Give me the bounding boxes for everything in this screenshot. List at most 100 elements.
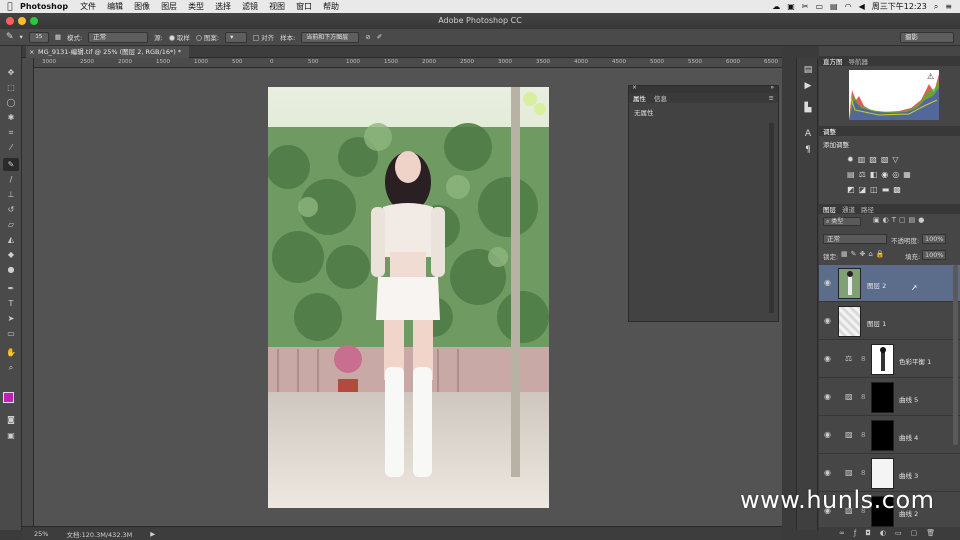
clone-stamp-tool-icon[interactable]: ⊥ <box>3 188 19 201</box>
volume-icon[interactable]: ◀ <box>859 2 865 11</box>
paragraph-icon[interactable]: ¶ <box>802 144 814 156</box>
zoom-tool-icon[interactable]: ⌕ <box>3 361 19 374</box>
eye-icon[interactable]: ◉ <box>824 430 833 439</box>
brush-panel-icon[interactable]: ▦ <box>55 33 61 41</box>
menu-image[interactable]: 图像 <box>134 1 150 12</box>
layer-name[interactable]: 色彩平衡 1 <box>899 356 931 366</box>
tab-layers[interactable]: 图层 <box>823 204 836 214</box>
photo-filter-icon[interactable]: ◉ <box>881 170 892 179</box>
tab-paths[interactable]: 路径 <box>861 204 874 214</box>
hue-sat-icon[interactable]: ▤ <box>847 170 859 179</box>
pen-tool-icon[interactable]: ✒ <box>3 282 19 295</box>
document-tab[interactable]: × MG_9131-编辑.tif @ 25% (图层 2, RGB/16*) * <box>26 46 190 58</box>
flag-icon[interactable]: ▤ <box>830 2 838 11</box>
curves-adj-icon[interactable]: ▨ <box>869 155 881 164</box>
eraser-tool-icon[interactable]: ▱ <box>3 218 19 231</box>
layer-name[interactable]: 曲线 4 <box>899 432 918 442</box>
layer-row[interactable]: ◉ ▨ 8 曲线 5 <box>819 379 960 416</box>
invert-icon[interactable]: ◩ <box>847 185 859 194</box>
tab-navigator[interactable]: 导航器 <box>849 56 869 66</box>
tab-properties[interactable]: 属性 <box>633 93 646 103</box>
layer-row[interactable]: ◉ 图层 2 ➚ <box>819 265 960 302</box>
zoom-level[interactable]: 25% <box>34 530 48 538</box>
close-panel-icon[interactable]: × <box>632 84 637 91</box>
close-tab-icon[interactable]: × <box>29 46 34 58</box>
new-layer-icon[interactable]: ▢ <box>911 529 927 537</box>
layers-scrollbar[interactable] <box>953 265 958 445</box>
crop-tool-icon[interactable]: ⌗ <box>3 126 19 139</box>
layer-row[interactable]: ◉ ⚖ 8 色彩平衡 1 <box>819 341 960 378</box>
cloud-icon[interactable]: ☁ <box>772 2 780 11</box>
quick-mask-icon[interactable]: ◙ <box>3 413 19 426</box>
link-layers-icon[interactable]: ∞ <box>839 529 854 537</box>
properties-scrollbar[interactable] <box>769 123 774 313</box>
layer-name[interactable]: 曲线 3 <box>899 470 918 480</box>
menu-window[interactable]: 窗口 <box>296 1 312 12</box>
new-adjustment-icon[interactable]: ◐ <box>880 529 895 537</box>
move-tool-icon[interactable]: ✥ <box>3 66 19 79</box>
source-pattern-radio[interactable]: 图案: <box>195 32 219 42</box>
pressure-icon[interactable]: ✐ <box>377 33 382 41</box>
foreground-color-swatch[interactable] <box>3 392 14 403</box>
minimize-window-button[interactable] <box>18 17 26 25</box>
ignore-adjustment-icon[interactable]: ⊘ <box>365 33 370 41</box>
marquee-tool-icon[interactable]: ⬚ <box>3 81 19 94</box>
menu-view[interactable]: 视图 <box>269 1 285 12</box>
document-image[interactable] <box>268 87 549 508</box>
layer-name[interactable]: 图层 1 <box>867 318 886 328</box>
menu-file[interactable]: 文件 <box>80 1 96 12</box>
type-tool-icon[interactable]: T <box>3 297 19 310</box>
properties-panel-header[interactable]: » × <box>629 84 778 93</box>
blend-mode-select[interactable]: 正常 <box>823 234 887 244</box>
battery-icon[interactable]: ▭ <box>815 2 823 11</box>
menubar-clock[interactable]: 周三下午12:23 <box>872 1 927 12</box>
close-window-button[interactable] <box>6 17 14 25</box>
tab-info[interactable]: 信息 <box>654 93 667 103</box>
fx-icon[interactable]: ƒ <box>854 529 865 537</box>
vibrance-icon[interactable]: ▽ <box>892 155 902 164</box>
menu-layer[interactable]: 图层 <box>161 1 177 12</box>
status-menu-arrow-icon[interactable]: ▶ <box>150 530 155 538</box>
lock-icons[interactable]: ▦✎✥⌂🔒 <box>841 250 888 258</box>
layer-row[interactable]: ◉ 图层 1 <box>819 303 960 340</box>
add-mask-icon[interactable]: ◘ <box>865 529 880 537</box>
shape-tool-icon[interactable]: ▭ <box>3 327 19 340</box>
history-icon[interactable]: ▤ <box>802 64 814 76</box>
quick-select-tool-icon[interactable]: ✱ <box>3 111 19 124</box>
eye-icon[interactable]: ◉ <box>824 468 833 477</box>
brush-tool-icon[interactable]: / <box>3 173 19 186</box>
collapse-icon[interactable]: » <box>770 84 774 91</box>
mode-select[interactable]: 正常 <box>88 31 149 43</box>
menu-filter[interactable]: 滤镜 <box>242 1 258 12</box>
threshold-icon[interactable]: ◫ <box>870 185 882 194</box>
layer-name[interactable]: 曲线 5 <box>899 394 918 404</box>
tab-histogram[interactable]: 直方图 <box>823 56 843 66</box>
paint-bucket-tool-icon[interactable]: ◭ <box>3 233 19 246</box>
eye-icon[interactable]: ◉ <box>824 278 833 287</box>
pattern-picker[interactable]: ▾ <box>225 31 248 43</box>
layer-row[interactable]: ◉ ▨ 8 曲线 4 <box>819 417 960 454</box>
list-icon[interactable]: ≡ <box>945 2 952 11</box>
brightness-icon[interactable]: ✹ <box>847 155 858 164</box>
lookup-icon[interactable]: ▦ <box>903 170 915 179</box>
tab-adjustments[interactable]: 调整 <box>823 126 836 136</box>
sample-select[interactable]: 当前和下方图层 <box>301 31 360 43</box>
eyedropper-tool-icon[interactable]: ⁄ <box>3 141 19 154</box>
zoom-window-button[interactable] <box>30 17 38 25</box>
healing-brush-icon[interactable]: ✎ <box>6 32 14 42</box>
layer-name[interactable]: 图层 2 <box>867 280 886 290</box>
gradient-map-icon[interactable]: ▬ <box>882 185 894 194</box>
channel-mixer-icon[interactable]: ◎ <box>892 170 903 179</box>
adjustment-icons-grid[interactable]: ✹▥▨▧▽ ▤⚖◧◉◎▦ ◩◪◫▬▩ <box>847 152 927 197</box>
dodge-tool-icon[interactable]: ● <box>3 263 19 276</box>
aligned-checkbox[interactable]: 对齐 <box>253 32 274 42</box>
delete-layer-icon[interactable]: 🗑 <box>926 529 944 537</box>
levels-icon[interactable]: ▥ <box>858 155 870 164</box>
menu-type[interactable]: 类型 <box>188 1 204 12</box>
path-select-tool-icon[interactable]: ➤ <box>3 312 19 325</box>
scissors-icon[interactable]: ✂ <box>802 2 809 11</box>
opacity-input[interactable]: 100% <box>922 234 946 244</box>
menu-select[interactable]: 选择 <box>215 1 231 12</box>
wifi-icon[interactable]: ◠ <box>845 2 852 11</box>
healing-brush-tool-icon[interactable]: ✎ <box>3 158 19 171</box>
